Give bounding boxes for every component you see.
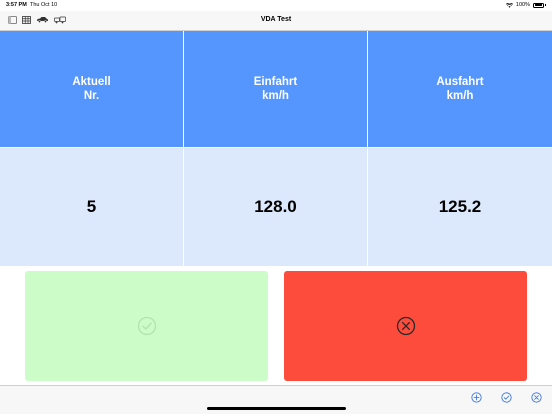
- toolbar-icon-group: [471, 390, 542, 403]
- navigation-bar: VDA Test: [0, 11, 552, 31]
- status-bar: 3:57 PM Thu Oct 10 100%: [0, 0, 552, 11]
- header-entry-speed: Einfahrt km/h: [184, 31, 368, 147]
- x-circle-icon: [396, 316, 415, 336]
- wifi-icon: [505, 2, 513, 8]
- status-time: 3:57 PM: [6, 2, 27, 8]
- header-exit-speed: Ausfahrt km/h: [368, 31, 552, 147]
- toolbar-checkmark-circle-icon[interactable]: [501, 390, 512, 403]
- toolbar-x-circle-icon[interactable]: [531, 390, 542, 403]
- battery-icon: [533, 2, 544, 8]
- battery-tip: [545, 3, 546, 7]
- status-date: Thu Oct 10: [30, 2, 58, 8]
- action-area: [0, 266, 552, 385]
- page-title: VDA Test: [260, 16, 292, 23]
- plus-circle-icon[interactable]: [471, 390, 482, 403]
- value-current-number: 5: [0, 147, 184, 266]
- confirm-button[interactable]: [25, 271, 268, 381]
- header-line1: Aktuell: [72, 76, 111, 88]
- header-line2: km/h: [446, 90, 474, 102]
- header-current-number: Aktuell Nr.: [0, 31, 184, 147]
- value-exit-speed: 125.2: [368, 147, 552, 266]
- home-indicator[interactable]: [207, 407, 346, 410]
- speed-table: Aktuell Nr. Einfahrt km/h Ausfahrt km/h …: [0, 31, 552, 266]
- header-line2: km/h: [262, 90, 289, 102]
- status-right: 100%: [505, 2, 546, 8]
- header-line1: Ausfahrt: [436, 76, 484, 88]
- header-line1: Einfahrt: [253, 76, 298, 88]
- cancel-button[interactable]: [284, 271, 527, 381]
- header-line2: Nr.: [83, 90, 100, 102]
- battery-percent: 100%: [515, 2, 530, 8]
- checkmark-circle-icon: [137, 316, 156, 336]
- value-entry-speed: 128.0: [184, 147, 368, 266]
